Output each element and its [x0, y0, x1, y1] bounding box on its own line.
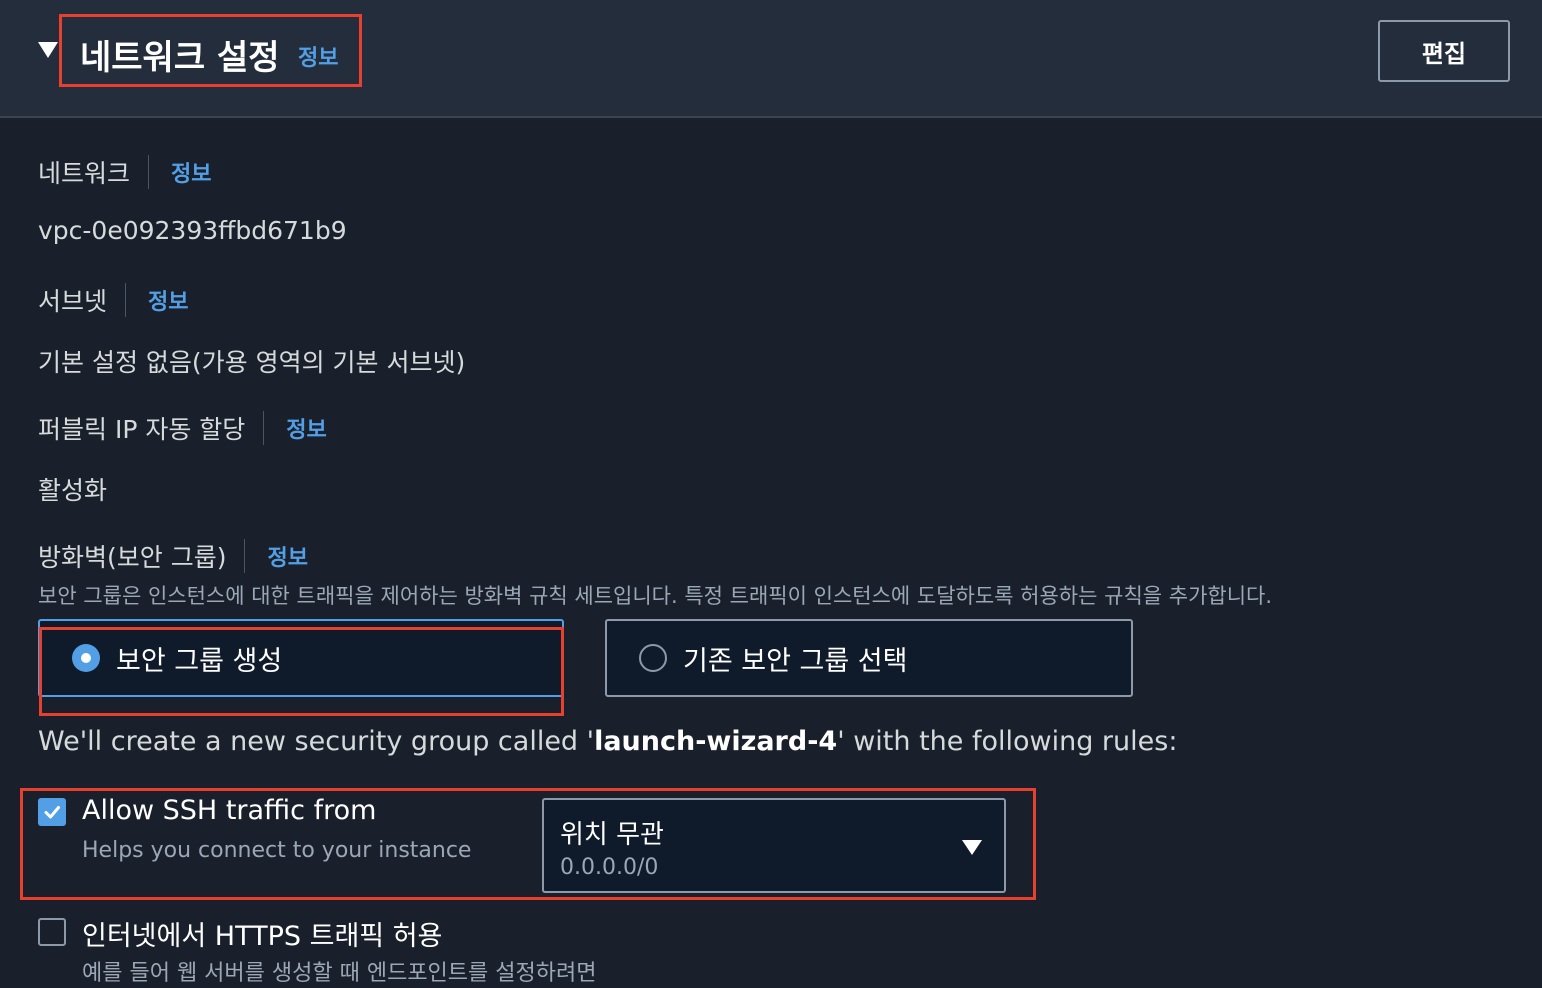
divider [263, 411, 265, 445]
https-rule-label: 인터넷에서 HTTPS 트래픽 허용 [82, 921, 443, 952]
divider [125, 283, 127, 317]
subnet-info-link[interactable]: 정보 [148, 284, 188, 316]
ssh-checkbox[interactable] [38, 798, 66, 826]
radio-unselected-icon[interactable] [639, 644, 667, 672]
dropdown-caret-icon[interactable] [962, 840, 982, 855]
divider [148, 155, 150, 189]
public-ip-label-row: 퍼블릭 IP 자동 할당 정보 [38, 410, 327, 446]
public-ip-value: 활성화 [38, 476, 108, 505]
summary-suffix: ' with the following rules: [837, 726, 1178, 757]
subnet-label-row: 서브넷 정보 [38, 282, 189, 318]
edit-button[interactable]: 편집 [1378, 20, 1510, 82]
subnet-value: 기본 설정 없음(가용 영역의 기본 서브넷) [38, 348, 466, 377]
security-group-summary: We'll create a new security group called… [38, 726, 1177, 757]
section-header: 네트워크 설정 정보 편집 [0, 0, 1542, 118]
ssh-rule-help: Helps you connect to your instance [82, 838, 472, 863]
public-ip-info-link[interactable]: 정보 [286, 412, 326, 444]
ssh-rule-label: Allow SSH traffic from [82, 795, 377, 826]
firewall-info-link[interactable]: 정보 [267, 540, 307, 572]
security-group-name: launch-wizard-4 [594, 726, 838, 757]
https-rule-help: 예를 들어 웹 서버를 생성할 때 엔드포인트를 설정하려면 [82, 961, 597, 986]
firewall-label: 방화벽(보안 그룹) [38, 543, 227, 572]
network-label-row: 네트워크 정보 [38, 154, 212, 190]
firewall-label-row: 방화벽(보안 그룹) 정보 [38, 538, 308, 574]
annotation-box-title [59, 14, 362, 87]
network-label: 네트워크 [38, 159, 131, 188]
collapse-caret-icon[interactable] [38, 42, 58, 58]
ssh-source-select[interactable]: 위치 무관 0.0.0.0/0 [542, 798, 1006, 893]
ssh-source-cidr: 0.0.0.0/0 [560, 855, 659, 880]
annotation-box-create-sg [39, 627, 564, 716]
select-existing-security-group-label: 기존 보안 그룹 선택 [683, 645, 908, 677]
divider [244, 539, 246, 573]
checkmark-icon [44, 806, 60, 819]
public-ip-label: 퍼블릭 IP 자동 할당 [38, 415, 246, 444]
network-value: vpc-0e092393ffbd671b9 [38, 216, 347, 245]
https-checkbox[interactable] [38, 918, 66, 946]
summary-prefix: We'll create a new security group called… [38, 726, 595, 757]
network-info-link[interactable]: 정보 [171, 156, 211, 188]
ssh-source-value: 위치 무관 [560, 820, 664, 850]
firewall-description: 보안 그룹은 인스턴스에 대한 트래픽을 제어하는 방화벽 규칙 세트입니다. … [38, 584, 1273, 608]
subnet-label: 서브넷 [38, 287, 108, 316]
select-existing-security-group-option[interactable]: 기존 보안 그룹 선택 [605, 619, 1133, 697]
